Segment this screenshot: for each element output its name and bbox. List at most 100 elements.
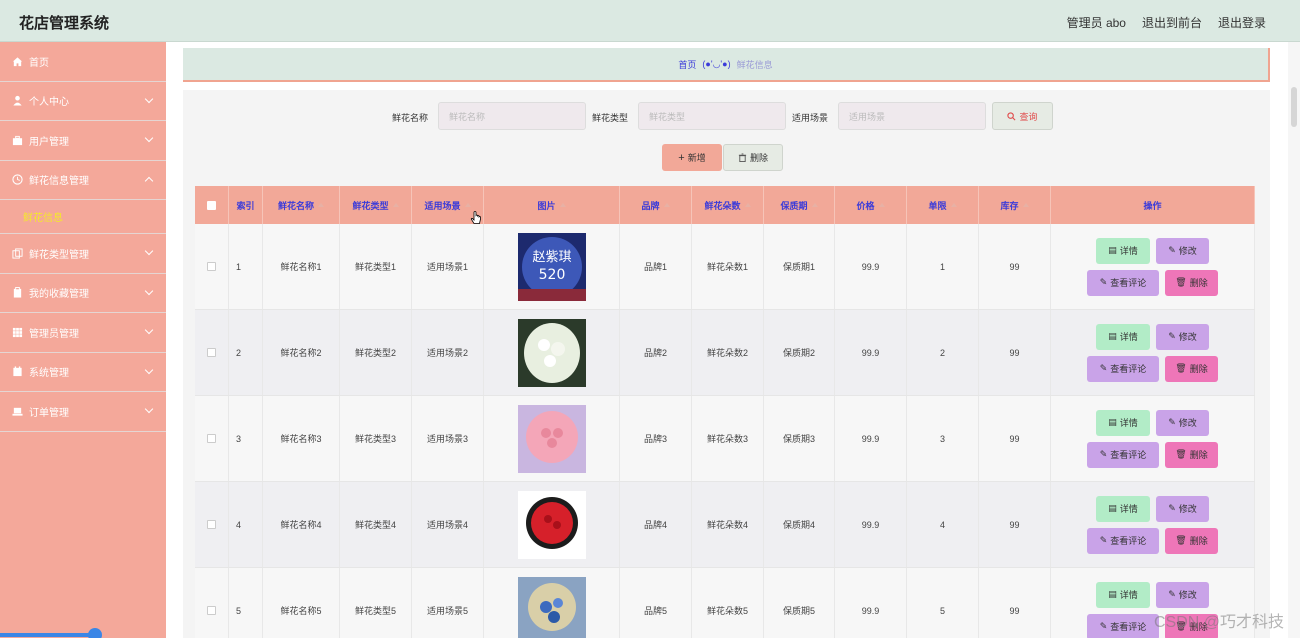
row-checkbox[interactable] [207, 434, 216, 443]
flower-image [517, 318, 586, 387]
row-select-cell[interactable] [195, 568, 229, 638]
row-checkbox[interactable] [207, 348, 216, 357]
header-type[interactable]: 鲜花类型 [340, 186, 412, 224]
select-all-checkbox[interactable] [207, 200, 216, 210]
view-comments-button[interactable]: ✎ 查看评论 [1087, 355, 1159, 382]
cell-scene: 适用场景5 [412, 568, 484, 638]
sidebar-scroll-handle[interactable] [88, 628, 102, 638]
select-all-cell[interactable] [195, 186, 229, 224]
edit-button[interactable]: ✎ 修改 [1156, 323, 1209, 350]
row-checkbox[interactable] [207, 262, 216, 271]
cell-price: 99.9 [835, 568, 907, 638]
edit-button[interactable]: ✎ 修改 [1156, 495, 1209, 522]
sort-icon[interactable] [878, 203, 885, 207]
scrollbar-thumb[interactable] [1291, 87, 1297, 127]
header-shelf-life[interactable]: 保质期 [764, 186, 835, 224]
row-select-cell[interactable] [195, 396, 229, 481]
sort-icon[interactable] [559, 203, 566, 207]
pencil-icon: ✎ [1168, 245, 1176, 255]
sort-icon[interactable] [464, 203, 471, 207]
detail-button[interactable]: ▤ 详情 [1096, 581, 1150, 608]
chevron-up-icon [144, 176, 154, 185]
back-to-front-link[interactable]: 退出到前台 [1142, 14, 1202, 31]
sidebar-item-label: 订单管理 [29, 407, 69, 419]
sort-icon[interactable] [318, 203, 324, 207]
chevron-down-icon [144, 246, 154, 256]
cell-scene: 适用场景3 [412, 396, 484, 481]
cell-price: 99.9 [835, 396, 907, 481]
doc-icon: ▤ [1108, 417, 1117, 427]
main-scrollbar[interactable] [1288, 42, 1300, 638]
sidebar-item-label: 鲜花信息管理 [29, 176, 89, 188]
delete-row-button[interactable]: 🗑 删除 [1165, 269, 1218, 296]
sidebar-item-label: 个人中心 [29, 97, 69, 109]
sidebar-item-personal-center[interactable]: 个人中心 [0, 82, 166, 121]
sidebar-item-favorites-management[interactable]: 我的收藏管理 [0, 274, 166, 313]
sidebar-item-user-management[interactable]: 用户管理 [0, 121, 166, 161]
sidebar-item-order-management[interactable]: 订单管理 [0, 392, 166, 432]
cell-index: 5 [229, 568, 263, 638]
header-limit[interactable]: 单限 [907, 186, 979, 224]
logout-link[interactable]: 退出登录 [1218, 14, 1266, 31]
sort-icon[interactable] [811, 203, 818, 207]
delete-row-button[interactable]: 🗑 删除 [1165, 527, 1218, 554]
query-button[interactable]: 查询 [992, 102, 1053, 130]
delete-row-button[interactable]: 🗑 删除 [1165, 355, 1218, 382]
detail-button[interactable]: ▤ 详情 [1096, 323, 1150, 350]
sort-icon[interactable] [744, 203, 751, 207]
row-select-cell[interactable] [195, 224, 229, 309]
batch-delete-button[interactable]: 删除 [723, 144, 783, 171]
detail-button[interactable]: ▤ 详情 [1096, 237, 1150, 264]
header-stock[interactable]: 库存 [979, 186, 1051, 224]
breadcrumb-separator: (●'◡'●) [702, 58, 731, 69]
cell-limit: 5 [907, 568, 979, 638]
scene-input[interactable]: 适用场景 [838, 102, 986, 130]
view-comments-button[interactable]: ✎ 查看评论 [1087, 441, 1159, 468]
sidebar-subitem-flower-info[interactable]: 鲜花信息 [0, 200, 166, 234]
delete-row-button[interactable]: 🗑 删除 [1165, 441, 1218, 468]
cell-stock: 99 [979, 396, 1051, 481]
detail-button[interactable]: ▤ 详情 [1096, 409, 1150, 436]
header-price[interactable]: 价格 [835, 186, 907, 224]
edit-button[interactable]: ✎ 修改 [1156, 237, 1209, 264]
flower-name-input[interactable]: 鲜花名称 [438, 102, 586, 130]
detail-button[interactable]: ▤ 详情 [1096, 495, 1150, 522]
view-comments-button[interactable]: ✎ 查看评论 [1087, 613, 1159, 638]
cell-brand: 品牌2 [620, 310, 692, 395]
edit-button[interactable]: ✎ 修改 [1156, 581, 1209, 608]
sidebar-item-flower-type-management[interactable]: 鲜花类型管理 [0, 234, 166, 274]
edit-button[interactable]: ✎ 修改 [1156, 409, 1209, 436]
flower-type-input[interactable]: 鲜花类型 [638, 102, 786, 130]
cell-limit: 3 [907, 396, 979, 481]
sidebar-item-home[interactable]: 首页 [0, 42, 166, 82]
sort-icon[interactable] [1022, 203, 1029, 207]
breadcrumb-home[interactable]: 首页 [678, 58, 696, 71]
image-cell [484, 568, 620, 638]
chevron-down-icon [144, 94, 154, 103]
row-checkbox[interactable] [207, 520, 216, 529]
sort-icon[interactable] [663, 203, 670, 207]
row-select-cell[interactable] [195, 482, 229, 567]
view-comments-button[interactable]: ✎ 查看评论 [1087, 527, 1159, 554]
header-image[interactable]: 图片 [484, 186, 620, 224]
chevron-down-icon [144, 133, 154, 143]
view-comments-button[interactable]: ✎ 查看评论 [1087, 269, 1159, 296]
plus-icon: + [678, 151, 685, 164]
sidebar-item-flower-info-management[interactable]: 鲜花信息管理 [0, 161, 166, 200]
header-brand[interactable]: 品牌 [620, 186, 692, 224]
sidebar-item-system-management[interactable]: 系统管理 [0, 353, 166, 392]
sort-icon[interactable] [950, 203, 957, 207]
row-checkbox[interactable] [207, 606, 216, 615]
clipboard-icon [13, 287, 22, 298]
row-select-cell[interactable] [195, 310, 229, 395]
cell-name: 鲜花名称5 [263, 568, 340, 638]
header-name[interactable]: 鲜花名称 [263, 186, 340, 224]
sidebar-item-admin-management[interactable]: 管理员管理 [0, 313, 166, 353]
sort-icon[interactable] [392, 203, 399, 207]
sidebar-item-label: 用户管理 [29, 136, 69, 148]
add-button[interactable]: + 新增 [662, 144, 722, 171]
header-count[interactable]: 鲜花朵数 [692, 186, 764, 224]
sidebar-scroll-track[interactable] [0, 633, 95, 637]
cell-count: 鲜花朵数3 [692, 396, 764, 481]
top-bar-actions: 管理员 abo 退出到前台 退出登录 [1067, 14, 1266, 31]
